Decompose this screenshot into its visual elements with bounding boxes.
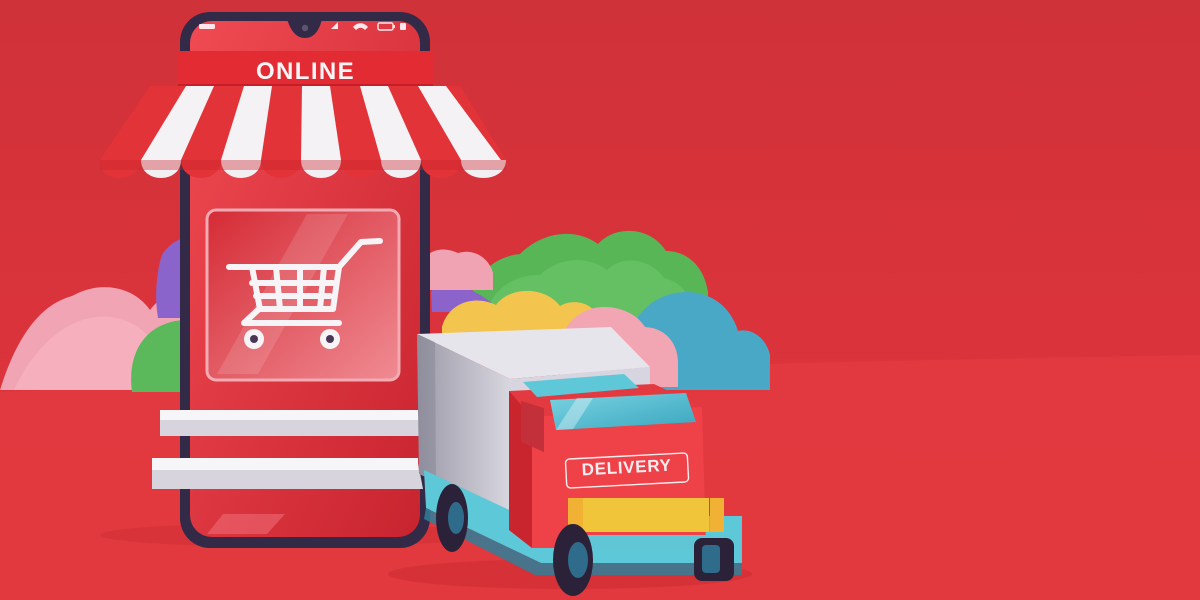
online-shopping-scene: ONLINE DELIVERY [0, 0, 1200, 600]
truck-box-edge [417, 334, 436, 482]
truck-wheel-middle [553, 524, 593, 596]
cart-wheel-left-hub [250, 335, 258, 343]
online-sign-text: ONLINE [256, 58, 355, 85]
store-awning [100, 86, 506, 178]
battery-tip [393, 25, 395, 28]
truck-wheel-rear [436, 484, 468, 552]
time-indicator [199, 24, 215, 29]
truck-wheel-front [694, 538, 734, 581]
cart-wheel-right-hub [326, 335, 334, 343]
camera-dot [301, 24, 309, 32]
illustration: ONLINE DELIVERY [0, 0, 1200, 600]
settings-indicator [400, 23, 406, 30]
truck-grille [582, 498, 709, 532]
shopping-cart-card [205, 208, 401, 382]
online-sign: ONLINE [178, 51, 433, 90]
truck-headlight-right [710, 498, 724, 532]
